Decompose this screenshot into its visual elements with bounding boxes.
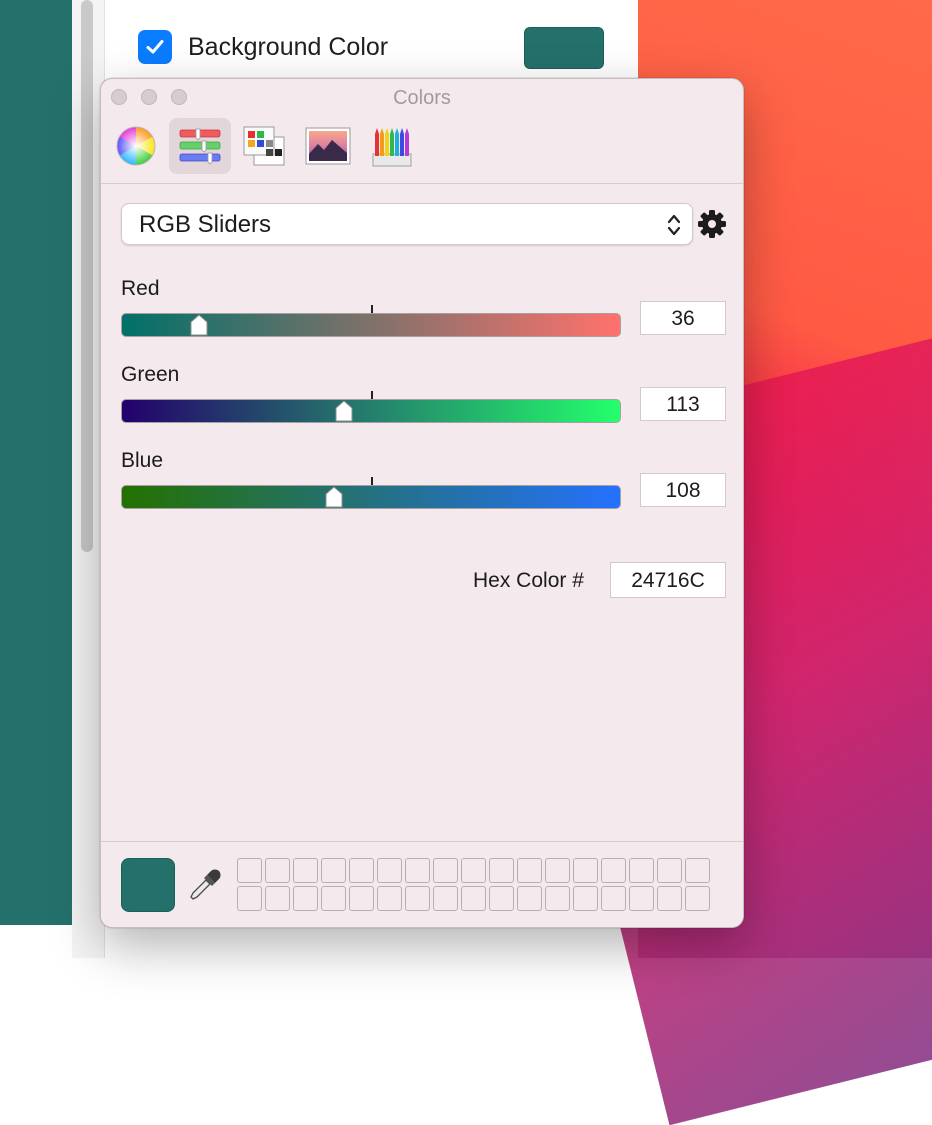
saved-swatch-cell[interactable] — [433, 886, 458, 911]
saved-swatch-cell[interactable] — [685, 858, 710, 883]
pencils-icon — [372, 128, 412, 167]
saved-swatch-cell[interactable] — [377, 886, 402, 911]
checkmark-icon — [146, 40, 164, 54]
saved-swatch-cell[interactable] — [517, 886, 542, 911]
hex-color-label: Hex Color # — [473, 569, 584, 592]
red-slider-tick — [371, 305, 373, 313]
saved-swatch-cell[interactable] — [573, 886, 598, 911]
saved-swatch-cell[interactable] — [433, 858, 458, 883]
color-mode-value: RGB Sliders — [139, 211, 272, 238]
window-titlebar[interactable]: Colors — [101, 79, 743, 119]
red-channel-label: Red — [121, 277, 160, 300]
green-value-field[interactable]: 113 — [640, 387, 726, 421]
saved-swatch-cell[interactable] — [601, 886, 626, 911]
saved-swatch-cell[interactable] — [489, 858, 514, 883]
background-color-checkbox[interactable] — [138, 30, 172, 64]
hex-color-field[interactable]: 24716C — [610, 562, 726, 598]
blue-slider-track[interactable] — [121, 485, 621, 509]
background-color-label: Background Color — [188, 32, 389, 61]
saved-swatches-grid — [237, 858, 710, 911]
saved-swatch-cell[interactable] — [237, 858, 262, 883]
color-wheel-icon — [116, 126, 156, 166]
saved-swatch-cell[interactable] — [349, 886, 374, 911]
green-slider-track[interactable] — [121, 399, 621, 423]
colors-window: Colors RGB Sliders Red 36 Green 113 Blue… — [100, 78, 744, 928]
window-title: Colors — [393, 87, 451, 109]
saved-swatch-cell[interactable] — [629, 858, 654, 883]
green-slider-knob[interactable] — [333, 399, 355, 423]
saved-swatch-cell[interactable] — [321, 858, 346, 883]
gear-icon[interactable] — [697, 209, 727, 239]
saved-swatch-cell[interactable] — [377, 858, 402, 883]
background-color-well[interactable] — [524, 27, 604, 69]
colors-footer — [101, 841, 743, 927]
saved-swatch-cell[interactable] — [237, 886, 262, 911]
blue-slider-knob[interactable] — [323, 485, 345, 509]
green-slider-tick — [371, 391, 373, 399]
background-color-row: Background Color — [138, 30, 388, 64]
eyedropper-icon[interactable] — [189, 868, 221, 902]
current-color-swatch[interactable] — [121, 858, 175, 912]
chevron-up-down-icon — [667, 214, 681, 236]
saved-swatch-cell[interactable] — [657, 886, 682, 911]
saved-swatch-cell[interactable] — [629, 886, 654, 911]
sliders-icon — [179, 128, 221, 165]
saved-swatch-cell[interactable] — [601, 858, 626, 883]
saved-swatch-cell[interactable] — [461, 858, 486, 883]
left-scrollbar[interactable] — [81, 0, 93, 552]
saved-swatch-cell[interactable] — [545, 886, 570, 911]
red-slider-knob[interactable] — [188, 313, 210, 337]
saved-swatch-cell[interactable] — [349, 858, 374, 883]
saved-swatch-cell[interactable] — [405, 858, 430, 883]
color-wheel-tab[interactable] — [105, 118, 167, 174]
blue-channel-label: Blue — [121, 449, 164, 472]
saved-swatch-cell[interactable] — [685, 886, 710, 911]
image-icon — [305, 127, 351, 165]
saved-swatch-cell[interactable] — [461, 886, 486, 911]
saved-swatch-cell[interactable] — [293, 858, 318, 883]
palette-icon — [243, 126, 285, 166]
saved-swatch-cell[interactable] — [321, 886, 346, 911]
color-palettes-tab[interactable] — [233, 118, 295, 174]
green-channel-label: Green — [121, 363, 180, 386]
saved-swatch-cell[interactable] — [405, 886, 430, 911]
left-teal-panel — [0, 0, 72, 925]
saved-swatch-cell[interactable] — [293, 886, 318, 911]
saved-swatch-cell[interactable] — [265, 858, 290, 883]
saved-swatch-cell[interactable] — [265, 886, 290, 911]
color-sliders-tab[interactable] — [169, 118, 231, 174]
saved-swatch-cell[interactable] — [489, 886, 514, 911]
blue-value-field[interactable]: 108 — [640, 473, 726, 507]
colors-toolbar — [101, 115, 743, 184]
saved-swatch-cell[interactable] — [573, 858, 598, 883]
saved-swatch-cell[interactable] — [517, 858, 542, 883]
image-palettes-tab[interactable] — [297, 118, 359, 174]
red-value-field[interactable]: 36 — [640, 301, 726, 335]
blue-slider-tick — [371, 477, 373, 485]
saved-swatch-cell[interactable] — [657, 858, 682, 883]
pencils-tab[interactable] — [361, 118, 423, 174]
color-mode-popup[interactable]: RGB Sliders — [121, 203, 693, 245]
saved-swatch-cell[interactable] — [545, 858, 570, 883]
